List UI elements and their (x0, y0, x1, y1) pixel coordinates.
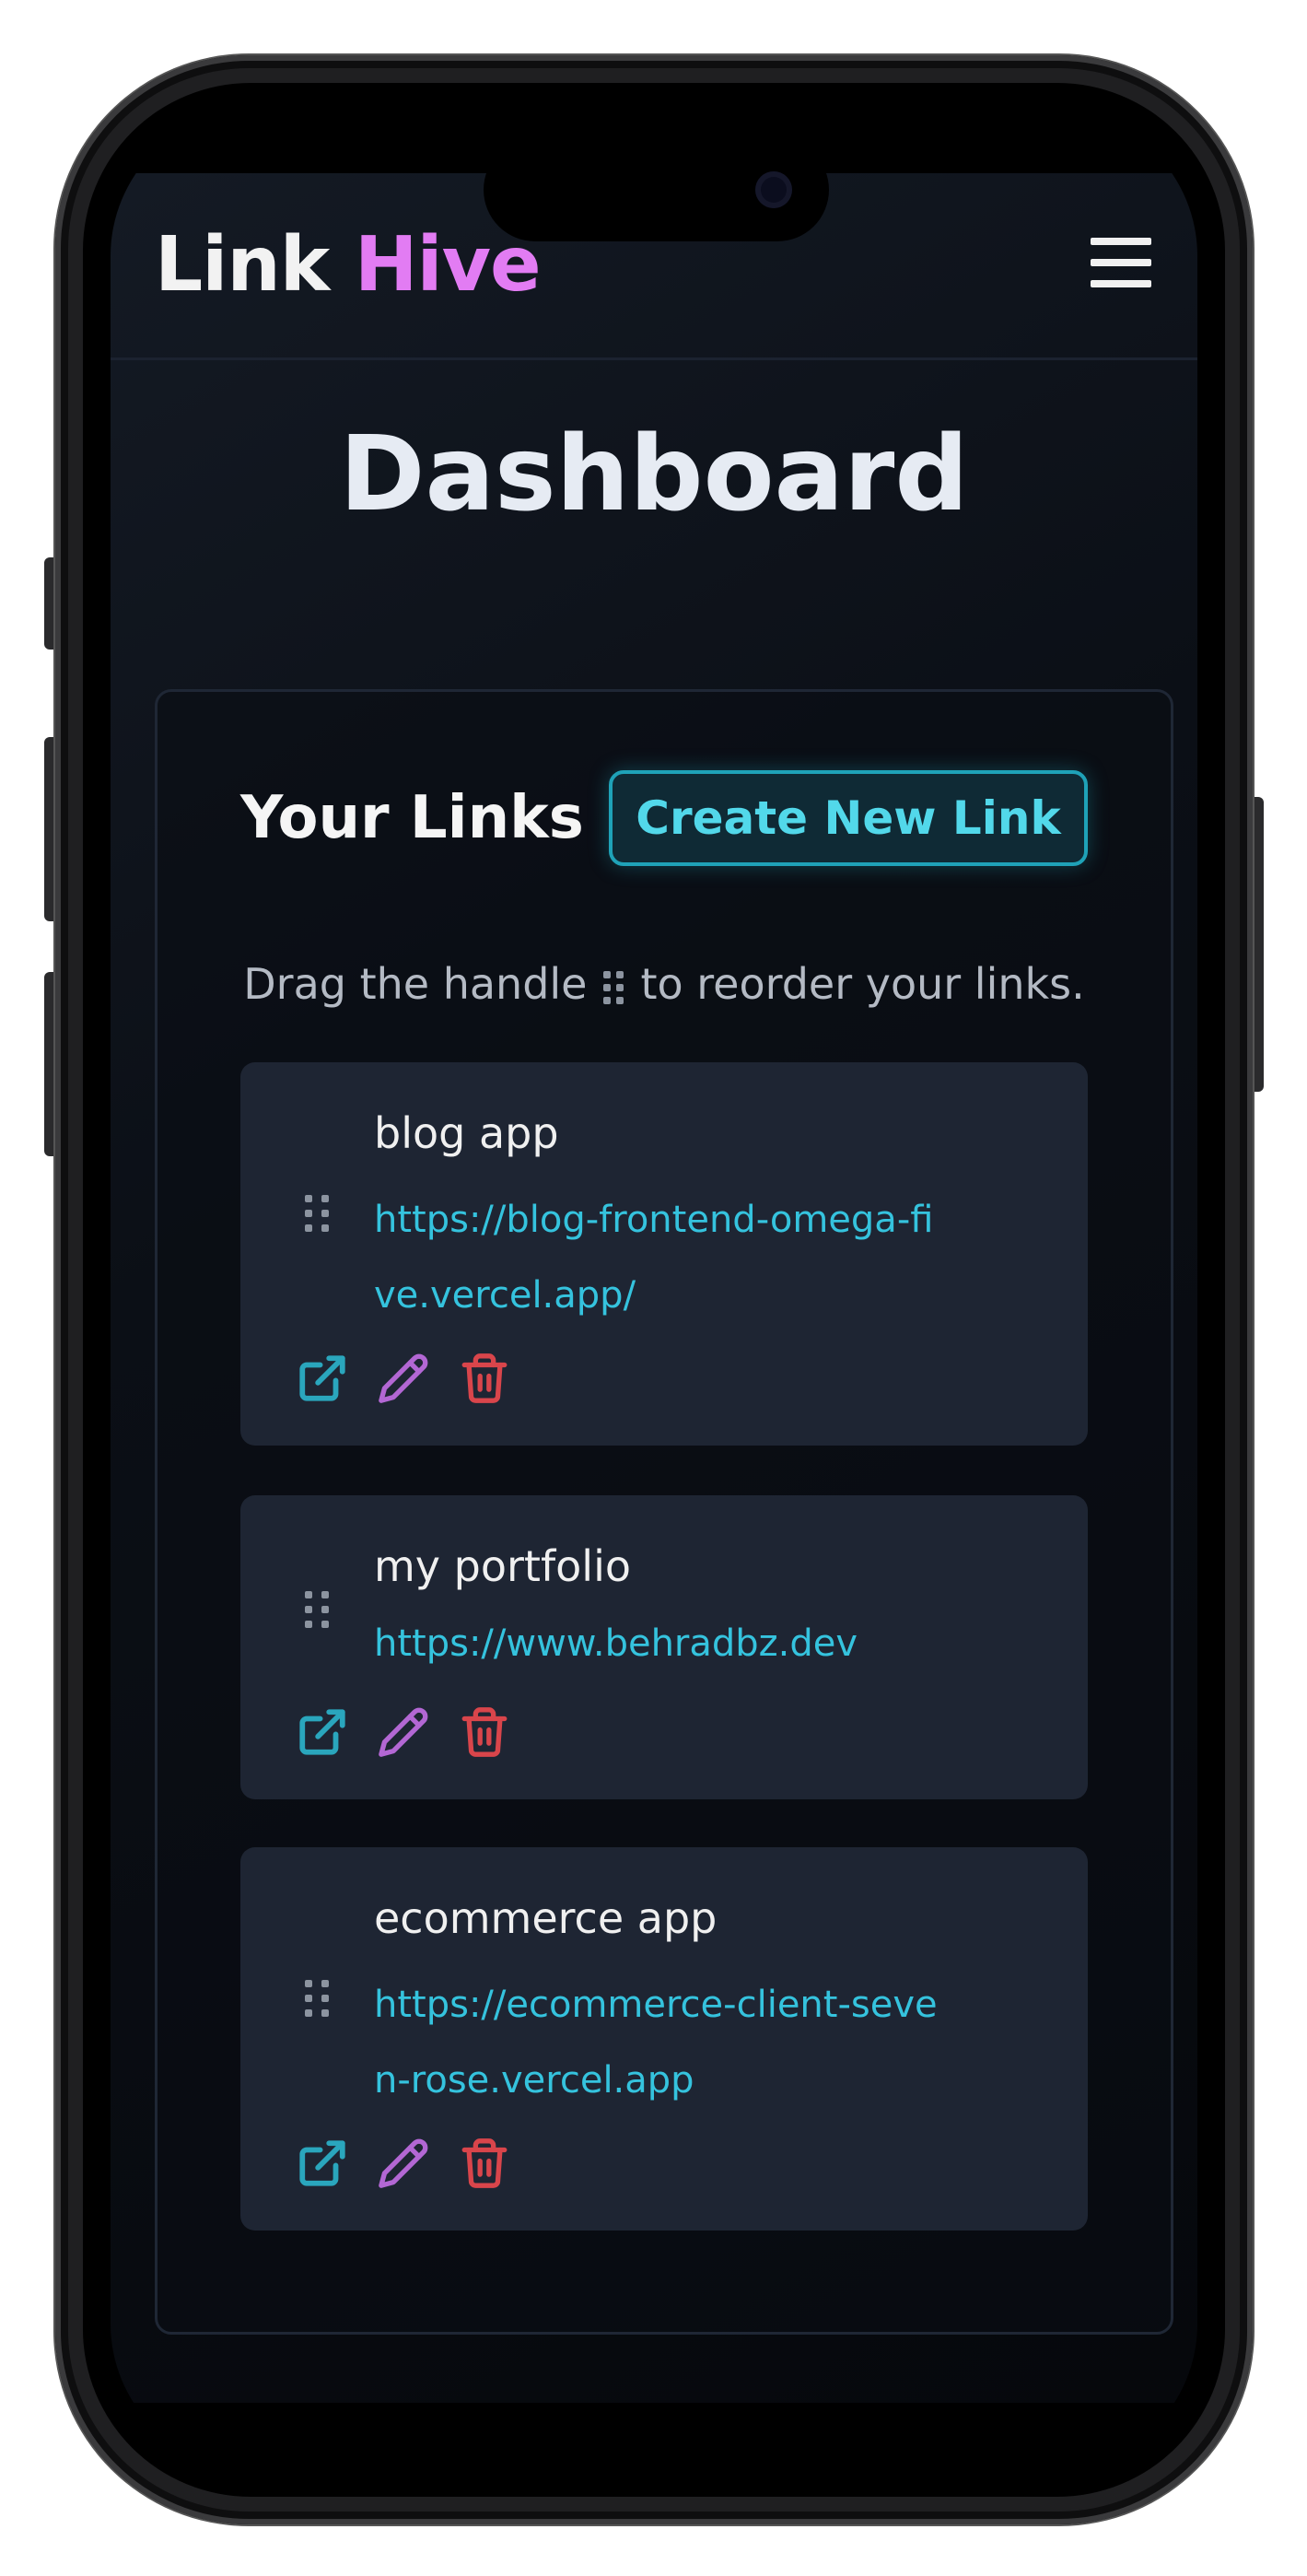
section-title: Your Links (240, 784, 584, 852)
link-item: my portfolio https://www.behradbz.dev (240, 1495, 1088, 1799)
drag-handle-icon[interactable] (305, 1195, 329, 1232)
link-actions (296, 1705, 511, 1759)
link-title: blog app (374, 1108, 559, 1158)
links-card: Your Links Create New Link Drag the hand… (155, 689, 1173, 2335)
link-actions (296, 1352, 511, 1405)
external-link-icon[interactable] (296, 1352, 349, 1405)
link-title: ecommerce app (374, 1893, 718, 1943)
external-link-icon[interactable] (296, 1705, 349, 1759)
front-camera (755, 171, 792, 208)
link-url[interactable]: https://ecommerce-client-seven-rose.verc… (374, 1967, 945, 2118)
page-title: Dashboard (339, 415, 969, 534)
drag-handle-icon[interactable] (305, 1980, 329, 2017)
drag-handle-icon (603, 970, 624, 1004)
logo-first-word: Link (155, 221, 330, 309)
phone-screen: Link Hive Dashboard Your Links Create Ne… (111, 109, 1197, 2471)
drag-handle-icon[interactable] (305, 1591, 329, 1628)
trash-icon[interactable] (458, 2137, 511, 2190)
app-root: Link Hive Dashboard Your Links Create Ne… (111, 173, 1197, 2403)
trash-icon[interactable] (458, 1352, 511, 1405)
link-url[interactable]: https://www.behradbz.dev (374, 1606, 945, 1681)
link-title: my portfolio (374, 1541, 631, 1591)
link-item: blog app https://blog-frontend-omega-fiv… (240, 1062, 1088, 1446)
reorder-hint: Drag the handle to reorder your links. (158, 959, 1171, 1009)
trash-icon[interactable] (458, 1705, 511, 1759)
hint-text-after: to reorder your links. (640, 959, 1085, 1009)
pencil-icon[interactable] (377, 2137, 430, 2190)
hint-text-before: Drag the handle (243, 959, 588, 1009)
external-link-icon[interactable] (296, 2137, 349, 2190)
dynamic-island (484, 138, 829, 241)
pencil-icon[interactable] (377, 1705, 430, 1759)
hamburger-menu-icon[interactable] (1091, 238, 1151, 287)
link-actions (296, 2137, 511, 2190)
link-item: ecommerce app https://ecommerce-client-s… (240, 1847, 1088, 2231)
app-logo[interactable]: Link Hive (155, 221, 542, 309)
pencil-icon[interactable] (377, 1352, 430, 1405)
create-new-link-button[interactable]: Create New Link (609, 770, 1088, 866)
link-url[interactable]: https://blog-frontend-omega-five.vercel.… (374, 1182, 945, 1333)
